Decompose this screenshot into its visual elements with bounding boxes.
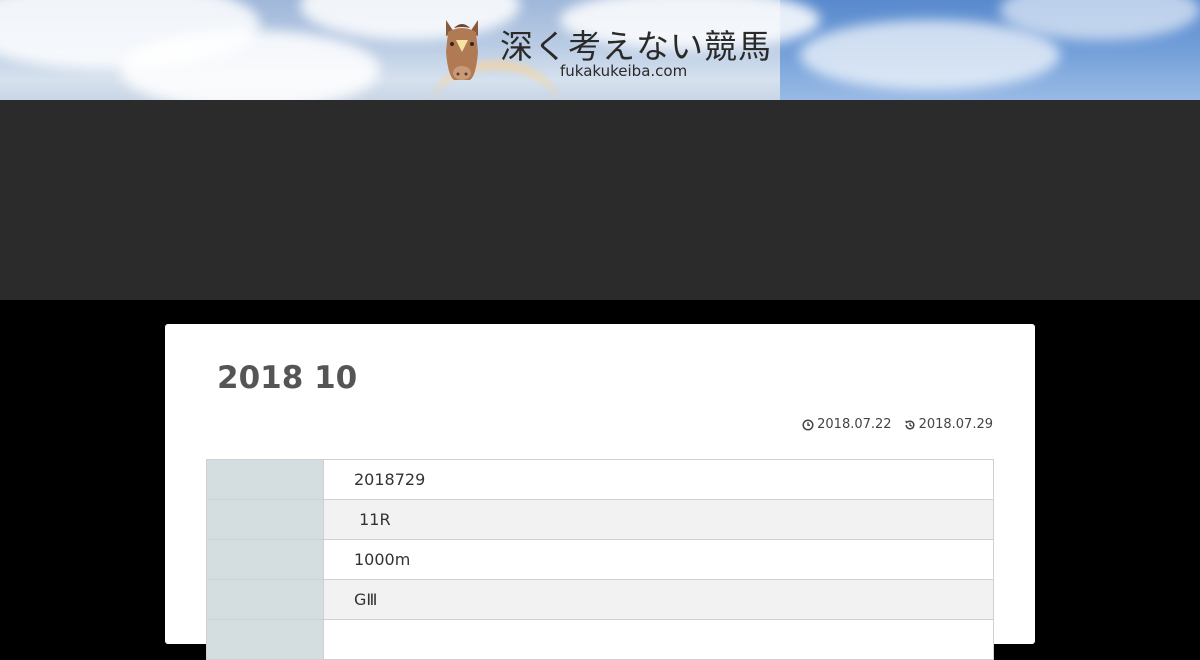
published-date-group: 2018.07.22 [802,417,892,432]
site-title: 深く考えない競馬 [500,27,772,66]
cloud [800,20,1060,90]
table-header-cell [206,539,324,580]
race-distance-cell: 1000m [323,539,994,580]
site-logo-link[interactable]: 深く考えない競馬 fukakukeiba.com [440,18,780,84]
history-icon [904,419,915,429]
ad-area [0,100,1200,300]
article-card: 2018 10 2018.07.22 2018.07.29 2018729 11… [165,324,1035,660]
race-grade-cell: GⅢ [323,579,994,620]
clock-icon [802,418,814,431]
table-header-cell [206,459,324,500]
table-row: 1000m [206,539,994,580]
table-header-cell [206,499,324,540]
article-title: 2018 10 [217,360,358,396]
updated-date: 2018.07.29 [918,417,993,432]
table-header-cell [206,619,324,660]
table-row [206,619,994,660]
table-row: 11R [206,499,994,540]
table-row: 2018729 [206,459,994,500]
table-value-cell [323,619,994,660]
article-dates: 2018.07.22 2018.07.29 [802,417,993,432]
horse-head-icon [446,20,478,80]
table-header-cell [206,579,324,620]
published-date: 2018.07.22 [817,417,892,432]
race-date-cell: 2018729 [323,459,994,500]
site-domain: fukakukeiba.com [560,62,688,80]
race-number-cell: 11R [323,499,994,540]
table-row: GⅢ [206,579,994,620]
updated-date-group: 2018.07.29 [904,417,993,432]
site-header: 深く考えない競馬 fukakukeiba.com [0,0,1200,100]
cloud [120,30,380,100]
